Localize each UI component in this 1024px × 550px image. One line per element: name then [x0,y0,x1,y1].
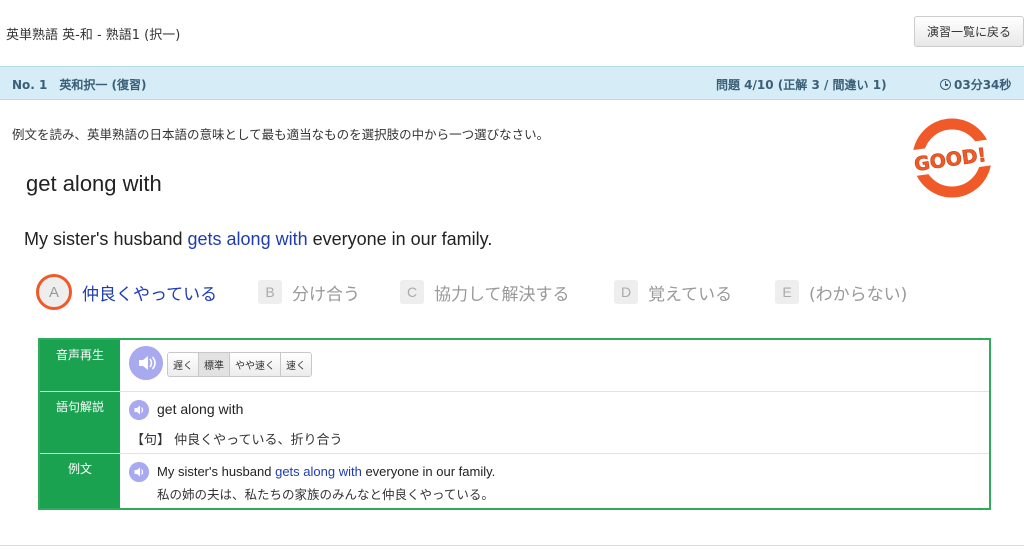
sentence-highlight: gets along with [187,229,308,249]
example-before: My sister's husband [157,464,276,479]
back-to-list-button[interactable]: 演習一覧に戻る [914,16,1024,47]
choice-list: A 仲良くやっている B 分け合う C 協力して解決する D 覚えている E (… [0,272,1024,312]
speed-fast-button[interactable]: 速く [281,353,311,376]
sentence-after: everyone in our family. [307,229,493,249]
speed-faster-button[interactable]: やや速く [230,353,281,376]
clock-icon [940,79,951,90]
choice-letter: D [614,280,638,304]
top-bar: 英単熟語 英-和 - 熟語1 (択一) 演習一覧に戻る [0,0,1024,66]
speed-slow-button[interactable]: 遅く [168,353,199,376]
audio-row: 音声再生 遅く 標準 やや速く 速く [40,340,989,392]
choice-d[interactable]: D 覚えている [614,272,732,312]
choice-text: 仲良くやっている [82,284,218,305]
choice-letter: C [400,280,424,304]
phrase-meaning: 【句】 仲良くやっている、折り合う [131,433,343,448]
question-label: No. 1 英和択一 (復習) [12,78,147,92]
choice-letter: E [775,280,799,304]
choice-text: 協力して解決する [434,284,570,305]
timer: 03分34秒 [940,76,1011,93]
example-audio-icon[interactable] [129,462,149,482]
phrase-text: get along with [157,401,244,417]
choice-text: (わからない) [809,284,908,305]
timer-text: 03分34秒 [954,78,1012,92]
choice-letter: A [36,274,72,310]
example-japanese: 私の姉の夫は、私たちの家族のみんなと仲良くやっている。 [157,487,494,502]
choice-text: 分け合う [292,284,360,305]
example-english: My sister's husband gets along with ever… [157,464,495,479]
choice-e[interactable]: E (わからない) [775,272,907,312]
explanation-row: 語句解説 get along with 【句】 仲良くやっている、折り合う [40,392,989,454]
page-title: 英単熟語 英-和 - 熟語1 (択一) [6,28,181,43]
choice-a[interactable]: A 仲良くやっている [36,272,217,312]
speed-selector: 遅く 標準 やや速く 速く [167,352,312,377]
speed-normal-button[interactable]: 標準 [199,353,230,376]
play-audio-icon[interactable] [129,346,163,380]
example-after: everyone in our family. [361,464,496,479]
example-body: My sister's husband gets along with ever… [120,454,989,508]
audio-controls: 遅く 標準 やや速く 速く [120,340,989,391]
explanation-label: 語句解説 [40,392,120,453]
instruction-text: 例文を読み、英単熟語の日本語の意味として最も適当なものを選択肢の中から一つ選びな… [12,127,550,142]
example-highlight: gets along with [275,464,362,479]
phrase-audio-icon[interactable] [129,400,149,420]
audio-label: 音声再生 [40,340,120,391]
example-label: 例文 [40,454,120,508]
good-stamp-icon: GOOD! [904,118,996,198]
example-row: 例文 My sister's husband gets along with e… [40,454,989,508]
explanation-panel: 音声再生 遅く 標準 やや速く 速く 語句解説 get along with 【… [38,338,991,510]
progress-text: 問題 4/10 (正解 3 / 間違い 1) [716,78,887,92]
bottom-divider [0,545,1024,546]
example-sentence: My sister's husband gets along with ever… [24,229,492,250]
choice-letter: B [258,280,282,304]
status-bar: No. 1 英和択一 (復習) 問題 4/10 (正解 3 / 間違い 1) 0… [0,66,1024,100]
explanation-body: get along with 【句】 仲良くやっている、折り合う [120,392,989,453]
choice-c[interactable]: C 協力して解決する [400,272,570,312]
sentence-before: My sister's husband [24,229,188,249]
question-term: get along with [26,171,162,196]
choice-text: 覚えている [648,284,733,305]
choice-b[interactable]: B 分け合う [258,272,360,312]
